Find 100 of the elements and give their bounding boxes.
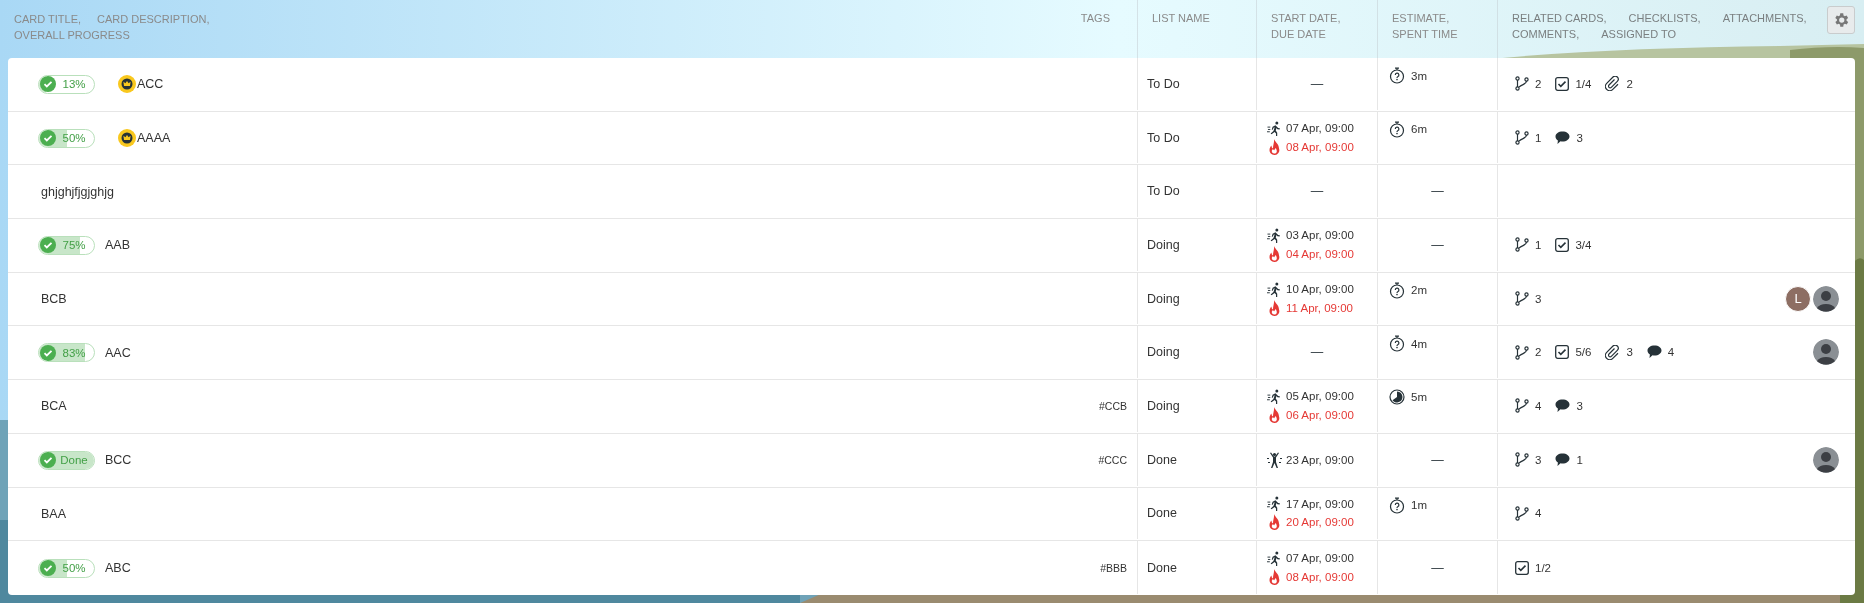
due-date: 11 Apr, 09:00 [1286, 301, 1353, 314]
progress-label: 83% [61, 346, 87, 359]
tag-label: #CCB [1099, 400, 1127, 413]
branch-icon [1515, 505, 1529, 521]
branch-icon [1515, 398, 1529, 414]
due-date: 20 Apr, 09:00 [1286, 516, 1354, 529]
count-label: 2 [1535, 346, 1542, 359]
time-value: 4m [1411, 337, 1427, 350]
speech-bubble-icon [1555, 452, 1571, 467]
check-icon [40, 76, 56, 93]
running-icon [1267, 227, 1282, 243]
column-header: CHECKLISTS, [1628, 12, 1701, 24]
list-name: Doing [1147, 237, 1180, 252]
list-name: Done [1147, 560, 1177, 575]
fire-icon [1267, 138, 1282, 155]
user-avatar[interactable]: L [1785, 285, 1811, 312]
progress-label: 50% [61, 132, 87, 145]
list-name: Done [1147, 506, 1177, 521]
column-header: CARD DESCRIPTION, [97, 13, 210, 25]
card-title[interactable]: AAAA [137, 131, 171, 146]
list-name: Doing [1147, 291, 1180, 306]
empty-dash: — [1431, 560, 1444, 575]
list-name: To Do [1147, 76, 1180, 91]
column-header: ASSIGNED TO [1601, 28, 1677, 40]
fire-icon [1267, 245, 1282, 262]
count-label: 4 [1535, 399, 1542, 412]
empty-dash: — [1310, 345, 1324, 360]
column-header: ESTIMATE, [1392, 12, 1450, 24]
card-title[interactable]: BAA [41, 506, 66, 521]
user-avatar[interactable] [1813, 339, 1839, 366]
column-header: TAGS [1080, 12, 1110, 24]
count-label: 1 [1576, 453, 1583, 466]
empty-dash: — [1431, 452, 1444, 467]
check-icon [40, 452, 56, 469]
fire-icon [1267, 406, 1282, 423]
checkbox-icon [1555, 76, 1570, 91]
speech-bubble-icon [1555, 130, 1571, 145]
start-date: 03 Apr, 09:00 [1286, 229, 1354, 242]
branch-icon [1515, 76, 1529, 92]
time-value: 5m [1411, 391, 1427, 404]
running-icon [1267, 550, 1282, 566]
list-name: Done [1147, 452, 1177, 467]
speech-bubble-icon [1646, 345, 1662, 360]
branch-icon [1515, 237, 1529, 253]
count-label: 3 [1535, 292, 1542, 305]
start-date: 07 Apr, 09:00 [1286, 552, 1354, 565]
branch-icon [1515, 452, 1529, 468]
speech-bubble-icon [1555, 398, 1571, 413]
column-header: COMMENTS, [1512, 28, 1580, 40]
count-label: 4 [1535, 507, 1542, 520]
empty-dash: — [1431, 237, 1444, 252]
column-header: OVERALL PROGRESS [14, 29, 130, 41]
running-icon [1267, 388, 1282, 404]
stopwatch-icon [1389, 335, 1405, 353]
stopwatch-icon [1389, 120, 1405, 138]
empty-dash: — [1310, 76, 1324, 91]
card-title[interactable]: ghjghjfjgjghjg [41, 184, 114, 199]
fire-icon [1267, 514, 1282, 531]
card-title[interactable]: BCC [105, 453, 132, 468]
card-title[interactable]: ABC [105, 561, 131, 576]
fire-icon [1267, 299, 1282, 316]
running-icon [1267, 281, 1282, 297]
card-title[interactable]: BCB [41, 292, 67, 307]
column-header: START DATE, [1271, 12, 1341, 24]
due-date: 06 Apr, 09:00 [1286, 408, 1354, 421]
count-label: 3 [1576, 131, 1583, 144]
card-title[interactable]: BCA [41, 399, 67, 414]
celebrating-person-icon [1267, 451, 1282, 468]
count-label: 2 [1535, 77, 1542, 90]
settings-button[interactable] [1827, 6, 1855, 34]
column-header: ATTACHMENTS, [1722, 12, 1807, 24]
tag-label: #CCC [1098, 454, 1127, 467]
branch-icon [1515, 130, 1529, 146]
count-label: 1 [1535, 238, 1542, 251]
list-name: Doing [1147, 398, 1180, 413]
start-date: 07 Apr, 09:00 [1286, 122, 1354, 135]
user-avatar[interactable] [1813, 446, 1839, 473]
due-date: 08 Apr, 09:00 [1286, 140, 1354, 153]
crown-icon [118, 129, 136, 148]
check-icon [40, 344, 56, 361]
stopwatch-icon [1389, 281, 1405, 299]
user-avatar[interactable] [1813, 285, 1839, 312]
checkbox-icon [1515, 560, 1529, 575]
tag-label: #BBB [1100, 562, 1127, 575]
empty-dash: — [1431, 184, 1444, 199]
card-title[interactable]: ACC [137, 77, 164, 92]
list-name: To Do [1147, 184, 1180, 199]
list-name: Doing [1147, 345, 1180, 360]
time-value: 3m [1411, 69, 1427, 82]
empty-dash: — [1310, 184, 1324, 199]
count-label: 3 [1535, 453, 1542, 466]
card-title[interactable]: AAB [105, 238, 130, 253]
count-label: 4 [1667, 346, 1675, 359]
column-header: DUE DATE [1271, 28, 1326, 40]
card-title[interactable]: AAC [105, 345, 131, 360]
time-value: 2m [1411, 284, 1427, 297]
branch-icon [1515, 291, 1529, 307]
count-label: 1 [1535, 131, 1542, 144]
branch-icon [1515, 344, 1529, 360]
due-date: 04 Apr, 09:00 [1286, 247, 1354, 260]
